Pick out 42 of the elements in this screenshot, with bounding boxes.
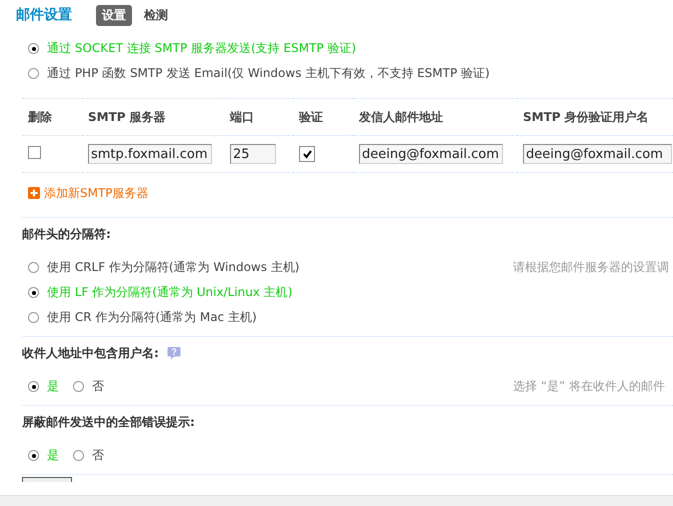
hint-text: 选择 “是” 将在收件人的邮件 xyxy=(513,378,666,395)
section-title: 邮件头的分隔符: xyxy=(22,226,111,242)
radio-button[interactable] xyxy=(28,312,39,323)
radio-button[interactable] xyxy=(28,381,39,392)
radio-button[interactable] xyxy=(28,68,39,79)
submit-button[interactable] xyxy=(22,477,72,482)
option-label: 否 xyxy=(92,447,104,464)
radio-button[interactable] xyxy=(73,381,84,392)
radio-button[interactable] xyxy=(28,287,39,298)
column-header: 端口 xyxy=(230,110,254,124)
checkbox[interactable] xyxy=(28,146,41,159)
tab[interactable]: 设置 xyxy=(96,4,132,26)
help-icon[interactable] xyxy=(166,346,181,360)
column-header: SMTP 身份验证用户名 xyxy=(523,110,649,124)
section-title: 屏蔽邮件发送中的全部错误提示: xyxy=(22,414,195,430)
checkbox[interactable] xyxy=(299,146,315,162)
radio-button[interactable] xyxy=(28,262,39,273)
option-label: 是 xyxy=(47,378,59,395)
option-label: 通过 SOCKET 连接 SMTP 服务器发送(支持 ESMTP 验证) xyxy=(47,40,356,57)
option-label: 使用 CR 作为分隔符(通常为 Mac 主机) xyxy=(47,309,257,326)
option-label: 否 xyxy=(92,378,104,395)
column-header: SMTP 服务器 xyxy=(88,110,166,124)
radio-button[interactable] xyxy=(28,43,39,54)
radio-button[interactable] xyxy=(73,450,84,461)
server-field[interactable]: smtp.foxmail.com xyxy=(88,144,212,164)
port-field[interactable]: 25 xyxy=(230,144,276,164)
username-field[interactable]: deeing@foxmail.com xyxy=(523,144,672,164)
tab[interactable]: 检测 xyxy=(138,4,174,26)
sender-field[interactable]: deeing@foxmail.com xyxy=(359,144,503,164)
option-label: 使用 LF 作为分隔符(通常为 Unix/Linux 主机) xyxy=(47,284,292,301)
radio-button[interactable] xyxy=(28,450,39,461)
section-title: 收件人地址中包含用户名: xyxy=(22,344,159,362)
page-title: 邮件设置 xyxy=(16,6,72,24)
option-label: 通过 PHP 函数 SMTP 发送 Email(仅 Windows 主机下有效，不支持 ESMTP 验证) xyxy=(47,65,490,82)
option-label: 是 xyxy=(47,447,59,464)
plus-icon xyxy=(28,187,40,199)
column-header: 删除 xyxy=(28,110,52,124)
column-header: 发信人邮件地址 xyxy=(359,110,443,124)
column-header: 验证 xyxy=(299,110,323,124)
hint-text: 请根据您邮件服务器的设置调 xyxy=(513,259,670,276)
check-icon xyxy=(302,150,312,158)
option-label: 使用 CRLF 作为分隔符(通常为 Windows 主机) xyxy=(47,259,300,276)
